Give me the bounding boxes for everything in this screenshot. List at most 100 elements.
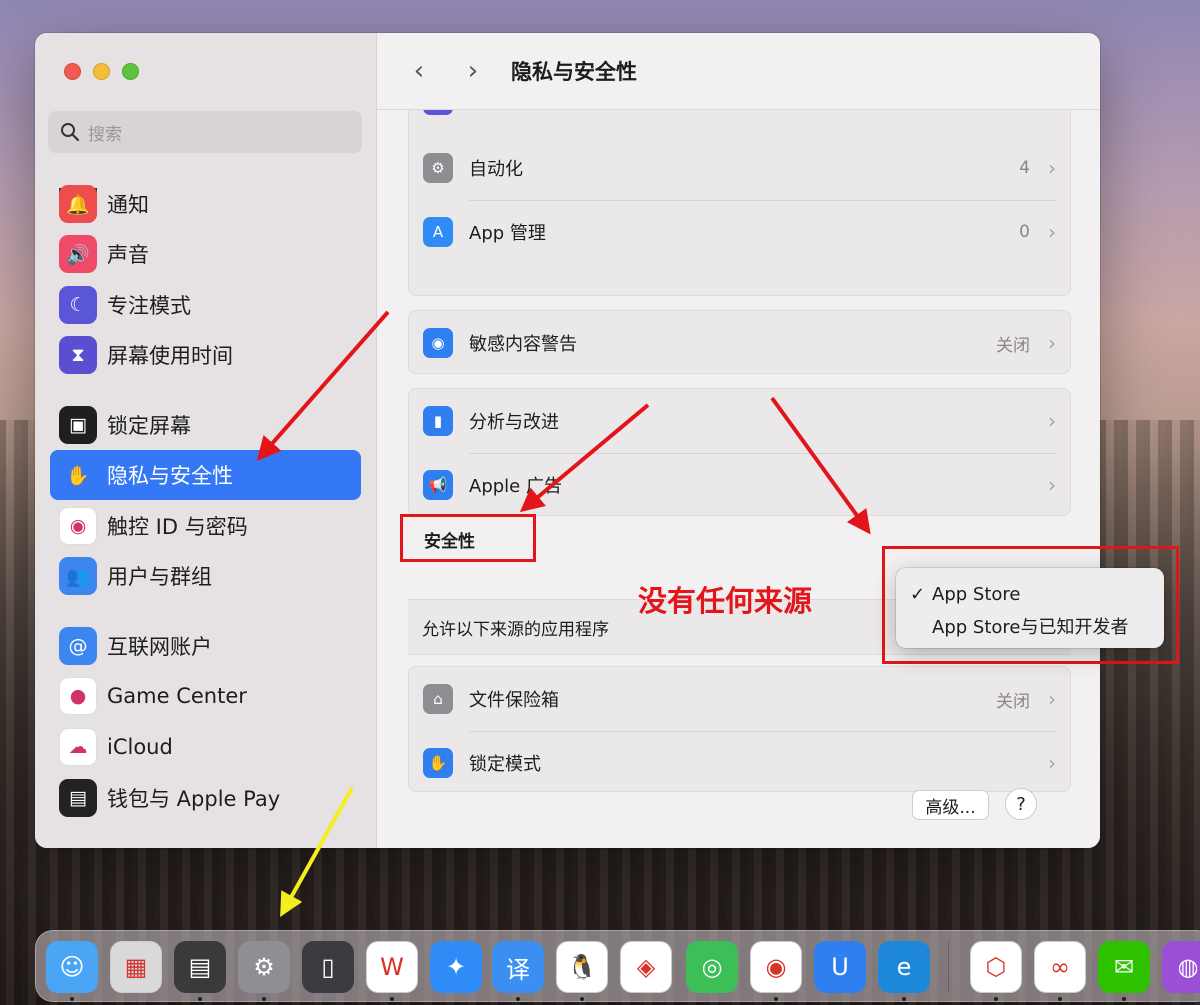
- chevron-right-icon: ›: [1048, 156, 1056, 180]
- running-indicator: [198, 997, 202, 1001]
- sidebar-item-1[interactable]: 🔊 声音: [50, 229, 361, 279]
- translate-icon[interactable]: 译: [492, 941, 544, 993]
- list-item[interactable]: ⚙ 自动化 4 ›: [409, 136, 1070, 200]
- chevron-right-icon: ›: [1048, 751, 1056, 775]
- speaker-icon: 🔊: [59, 235, 97, 273]
- finder-icon[interactable]: ☺: [46, 941, 98, 993]
- sidebar-item-9[interactable]: ● Game Center: [50, 671, 361, 721]
- list-item[interactable]: ✋ 锁定模式 ›: [409, 731, 1070, 795]
- list-item-value: 0: [1019, 222, 1030, 242]
- sidebar-item-2[interactable]: ☾ 专注模式: [50, 280, 361, 330]
- list-item[interactable]: 📢 Apple 广告 ›: [409, 453, 1070, 517]
- sidebar-item-10[interactable]: ☁ iCloud: [50, 722, 361, 772]
- sidebar-item-label: 专注模式: [107, 294, 191, 318]
- house-lock-icon: ⌂: [423, 684, 453, 714]
- sidebar-item-label: 隐私与安全性: [107, 464, 233, 488]
- advanced-button[interactable]: 高级...: [912, 790, 989, 820]
- system-settings-icon[interactable]: ⚙: [238, 941, 290, 993]
- option-app-store-known-developers[interactable]: App Store与已知开发者: [910, 610, 1164, 642]
- list-item-label: 锁定模式: [469, 754, 541, 775]
- bar-chart-icon: ▮: [423, 406, 453, 436]
- running-indicator: [580, 997, 584, 1001]
- list-item[interactable]: ▮ 分析与改进 ›: [409, 389, 1070, 453]
- calculator-icon[interactable]: ▤: [174, 941, 226, 993]
- sidebar-item-label: 通知: [107, 193, 149, 217]
- sidebar-item-label: 声音: [107, 243, 149, 267]
- gears-icon: ⚙: [423, 153, 453, 183]
- running-indicator: [390, 997, 394, 1001]
- search-icon: [61, 123, 80, 142]
- bytedance-app-icon[interactable]: U: [814, 941, 866, 993]
- list-item[interactable]: A App 管理 0 ›: [409, 200, 1070, 264]
- minimize-button[interactable]: [93, 63, 110, 80]
- sidebar-item-7[interactable]: 👥 用户与群组: [50, 551, 361, 601]
- findmy-icon[interactable]: ◎: [686, 941, 738, 993]
- allow-apps-from-label: 允许以下来源的应用程序: [422, 619, 609, 640]
- sidebar-item-8[interactable]: @ 互联网账户: [50, 621, 361, 671]
- chevron-right-icon: ›: [1048, 687, 1056, 711]
- search-field[interactable]: 搜索: [48, 111, 362, 153]
- cloud-drive-icon[interactable]: ⬡: [970, 941, 1022, 993]
- running-indicator: [1122, 997, 1126, 1001]
- system-settings-window: 搜索 🔔 通知 🔊 声音 ☾ 专注模式 ⧗ 屏幕使用时间 ▣ 锁定屏幕 ✋ 隐私与安全性 ◉ 触控 ID …: [35, 33, 1100, 848]
- list-item[interactable]: ◉ 敏感内容警告 关闭 ›: [409, 311, 1070, 375]
- baidu-netdisk-icon[interactable]: ∞: [1034, 941, 1086, 993]
- sidebar-item-4[interactable]: ▣ 锁定屏幕: [50, 400, 361, 450]
- running-indicator: [516, 997, 520, 1001]
- sidebar-item-label: 锁定屏幕: [107, 414, 191, 438]
- close-button[interactable]: [64, 63, 81, 80]
- sidebar-item-label: 互联网账户: [107, 635, 212, 659]
- forward-button[interactable]: ›: [453, 51, 493, 91]
- chevron-right-icon: ›: [1048, 220, 1056, 244]
- sidebar-item-6[interactable]: ◉ 触控 ID 与密码: [50, 501, 361, 551]
- toolbar: ‹ › 隐私与安全性: [377, 33, 1100, 110]
- wps-icon[interactable]: W: [366, 941, 418, 993]
- netease-music-icon[interactable]: ◉: [750, 941, 802, 993]
- list-item-label: 分析与改进: [469, 412, 559, 433]
- chevron-right-icon: ›: [1048, 331, 1056, 355]
- option-label: App Store: [932, 583, 1021, 605]
- launchpad-icon[interactable]: ▦: [110, 941, 162, 993]
- wechat-icon[interactable]: ✉: [1098, 941, 1150, 993]
- safari-icon[interactable]: ✦: [430, 941, 482, 993]
- sidebar-item-label: 触控 ID 与密码: [107, 515, 248, 539]
- list-item-value: 关闭: [996, 335, 1030, 356]
- podcasts-icon[interactable]: ◍: [1162, 941, 1200, 993]
- sidebar-item-label: Game Center: [107, 684, 247, 708]
- back-button[interactable]: ‹: [399, 51, 439, 91]
- eye-warning-icon: ◉: [423, 328, 453, 358]
- edge-icon[interactable]: e: [878, 941, 930, 993]
- game-center-icon: ●: [59, 677, 97, 715]
- sidebar-item-11[interactable]: ▤ 钱包与 Apple Pay: [50, 773, 361, 823]
- list-item[interactable]: ⌂ 文件保险箱 关闭 ›: [409, 667, 1070, 731]
- list-item-value: 4: [1019, 158, 1030, 178]
- dock: ☺ ▦ ▤ ⚙ ▯ W ✦ 译 🐧 ◈ ◎ ◉ Ue ⬡ ∞ ✉ ◍: [35, 930, 1200, 1002]
- chevron-right-icon: ›: [1048, 409, 1056, 433]
- hand-icon: ✋: [59, 456, 97, 494]
- list-item-value: 关闭: [996, 691, 1030, 712]
- iphone-mirroring-icon[interactable]: ▯: [302, 941, 354, 993]
- window-controls: [64, 63, 139, 80]
- list-item-label: App 管理: [469, 223, 546, 244]
- sidebar-item-label: 用户与群组: [107, 565, 212, 589]
- highlight-box-security: [400, 514, 536, 562]
- zoom-button[interactable]: [122, 63, 139, 80]
- option-label: App Store与已知开发者: [932, 617, 1129, 638]
- search-placeholder: 搜索: [88, 124, 122, 145]
- sidebar-item-label: 屏幕使用时间: [107, 344, 233, 368]
- help-button[interactable]: ?: [1005, 788, 1037, 820]
- list-item-label: 敏感内容警告: [469, 334, 577, 355]
- megaphone-icon: 📢: [423, 470, 453, 500]
- sidebar-item-0[interactable]: 🔔 通知: [50, 179, 361, 229]
- qq-icon[interactable]: 🐧: [556, 941, 608, 993]
- annotation-no-source: 没有任何来源: [638, 584, 813, 618]
- sketchup-icon[interactable]: ◈: [620, 941, 672, 993]
- sidebar-item-label: 钱包与 Apple Pay: [107, 787, 281, 811]
- sidebar-item-3[interactable]: ⧗ 屏幕使用时间: [50, 330, 361, 380]
- chevron-left-icon: ‹: [413, 56, 425, 86]
- option-app-store[interactable]: ✓ App Store: [910, 578, 1164, 610]
- bell-icon: 🔔: [59, 185, 97, 223]
- sidebar-item-5[interactable]: ✋ 隐私与安全性: [50, 450, 361, 500]
- list-item-label: 自动化: [469, 159, 523, 180]
- app-store-icon: A: [423, 217, 453, 247]
